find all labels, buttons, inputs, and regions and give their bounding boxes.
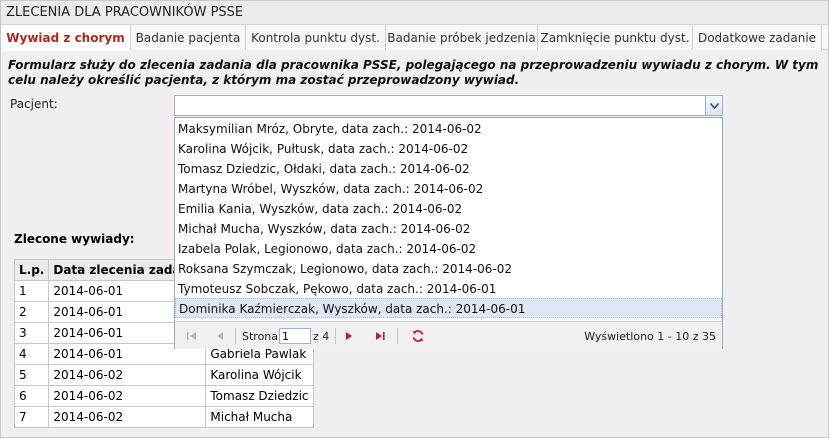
first-page-icon[interactable] bbox=[185, 329, 199, 343]
table-row[interactable]: 7 2014-06-02 Michał Mucha bbox=[13, 406, 314, 428]
pager-total-pages: z 4 bbox=[313, 330, 330, 343]
patient-combobox[interactable] bbox=[174, 95, 723, 116]
dropdown-option[interactable]: Martyna Wróbel, Wyszków, data zach.: 201… bbox=[175, 179, 722, 199]
table-row[interactable]: 5 2014-06-02 Karolina Wójcik bbox=[13, 364, 314, 386]
orders-title: Zlecone wywiady: bbox=[14, 232, 135, 246]
tab-badanie-pacjenta[interactable]: Badanie pacjenta bbox=[131, 25, 246, 50]
dropdown-option[interactable]: Tymoteusz Sobczak, Pękowo, data zach.: 2… bbox=[175, 279, 722, 299]
dropdown-option[interactable]: Tomasz Dziedzic, Ołdaki, data zach.: 201… bbox=[175, 159, 722, 179]
last-page-icon[interactable] bbox=[373, 329, 387, 343]
refresh-icon[interactable] bbox=[411, 329, 425, 343]
patient-dropdown-list: Maksymilian Mróz, Obryte, data zach.: 20… bbox=[174, 117, 723, 349]
col-lp: L.p. bbox=[13, 259, 50, 281]
tab-zamkniecie-punktu[interactable]: Zamknięcie punktu dyst. bbox=[538, 25, 693, 50]
dropdown-option[interactable]: Karolina Wójcik, Pułtusk, data zach.: 20… bbox=[175, 139, 722, 159]
tab-bar: Wywiad z chorym Badanie pacjenta Kontrol… bbox=[1, 25, 828, 51]
dropdown-pager: Strona z 4 Wyświetlono 1 - 10 z 35 bbox=[175, 321, 722, 349]
pager-page-input[interactable] bbox=[279, 328, 311, 344]
pager-page-label: Strona bbox=[242, 330, 279, 343]
pager-separator bbox=[397, 328, 398, 344]
chevron-down-icon[interactable] bbox=[705, 96, 722, 115]
dropdown-option[interactable]: Emilia Kania, Wyszków, data zach.: 2014-… bbox=[175, 199, 722, 219]
tab-dodatkowe-zadanie[interactable]: Dodatkowe zadanie bbox=[693, 25, 822, 50]
dropdown-option[interactable]: Maksymilian Mróz, Obryte, data zach.: 20… bbox=[175, 119, 722, 139]
prev-page-icon[interactable] bbox=[213, 329, 227, 343]
pager-separator bbox=[235, 328, 236, 344]
tab-wywiad-z-chorym[interactable]: Wywiad z chorym bbox=[1, 25, 131, 51]
table-row[interactable]: 6 2014-06-02 Tomasz Dziedzic bbox=[13, 385, 314, 407]
orders-panel: ZLECENIA DLA PRACOWNIKÓW PSSE Wywiad z c… bbox=[0, 0, 829, 438]
patient-label: Pacjent: bbox=[10, 97, 58, 111]
dropdown-option[interactable]: Izabela Polak, Legionowo, data zach.: 20… bbox=[175, 239, 722, 259]
dropdown-option-selected[interactable]: Dominika Kaźmierczak, Wyszków, data zach… bbox=[175, 298, 722, 318]
tab-kontrola-punktu[interactable]: Kontrola punktu dyst. bbox=[246, 25, 386, 50]
dropdown-option[interactable]: Roksana Szymczak, Legionowo, data zach.:… bbox=[175, 259, 722, 279]
pager-separator bbox=[335, 328, 336, 344]
pager-summary: Wyświetlono 1 - 10 z 35 bbox=[584, 330, 716, 343]
dropdown-option[interactable]: Michał Mucha, Wyszków, data zach.: 2014-… bbox=[175, 219, 722, 239]
panel-title: ZLECENIA DLA PRACOWNIKÓW PSSE bbox=[1, 1, 828, 25]
form-description: Formularz służy do zlecenia zadania dla … bbox=[8, 58, 819, 87]
next-page-icon[interactable] bbox=[342, 329, 356, 343]
tab-badanie-probek[interactable]: Badanie próbek jedzenia bbox=[386, 25, 538, 50]
